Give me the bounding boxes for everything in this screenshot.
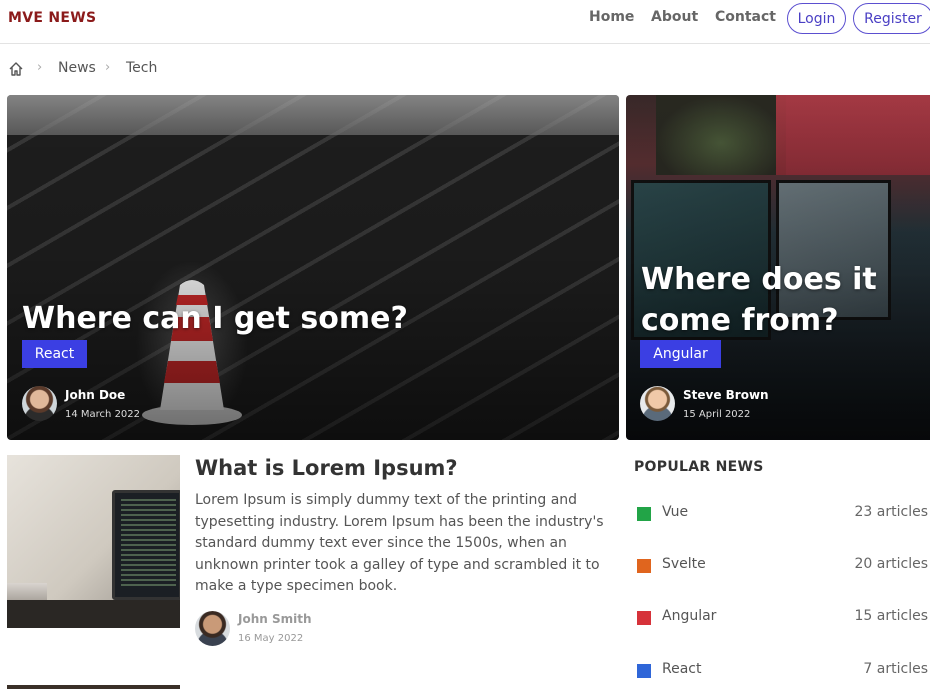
publish-date: 16 May 2022 <box>238 633 304 644</box>
breadcrumb-tech: Tech <box>126 60 158 76</box>
login-button[interactable]: Login <box>787 3 846 34</box>
popular-item-label: React <box>662 661 702 677</box>
nav-about-link[interactable]: About <box>651 9 698 25</box>
home-icon[interactable] <box>8 61 24 81</box>
hero-card-1[interactable]: Where can I get some? React John Doe 14 … <box>7 95 619 440</box>
article-thumbnail[interactable] <box>7 455 180 628</box>
chevron-right-icon: › <box>105 60 111 75</box>
tag-react[interactable]: React <box>22 340 87 368</box>
hero-card-2[interactable]: Where does it come from? Angular Steve B… <box>626 95 930 440</box>
chevron-right-icon: › <box>37 60 43 75</box>
article-title[interactable]: What is Lorem Ipsum? <box>195 456 458 480</box>
popular-item-svelte[interactable]: Svelte 20 articles <box>637 556 930 578</box>
avatar <box>22 386 57 421</box>
nav-home-link[interactable]: Home <box>589 9 634 25</box>
popular-item-label: Svelte <box>662 556 706 572</box>
popular-item-count: 15 articles <box>854 608 928 624</box>
author-name[interactable]: John Doe <box>65 388 125 402</box>
hero-title[interactable]: Where can I get some? <box>22 298 408 339</box>
popular-item-count: 20 articles <box>854 556 928 572</box>
article-thumbnail[interactable] <box>7 685 180 689</box>
avatar <box>640 386 675 421</box>
tag-angular[interactable]: Angular <box>640 340 721 368</box>
popular-item-count: 23 articles <box>854 504 928 520</box>
popular-item-react[interactable]: React 7 articles <box>637 661 930 683</box>
popular-item-vue[interactable]: Vue 23 articles <box>637 504 930 526</box>
color-swatch <box>637 559 651 573</box>
top-header: MVE NEWS Home About Contact Login Regist… <box>0 0 930 44</box>
color-swatch <box>637 507 651 521</box>
popular-item-count: 7 articles <box>863 661 928 677</box>
popular-item-label: Angular <box>662 608 717 624</box>
site-logo[interactable]: MVE NEWS <box>8 10 96 26</box>
publish-date: 14 March 2022 <box>65 409 141 420</box>
hero-title[interactable]: Where does it come from? <box>641 259 921 341</box>
article-excerpt: Lorem Ipsum is simply dummy text of the … <box>195 492 604 594</box>
popular-item-angular[interactable]: Angular 15 articles <box>637 608 930 630</box>
popular-item-label: Vue <box>662 504 689 520</box>
register-button[interactable]: Register <box>853 3 930 34</box>
color-swatch <box>637 664 651 678</box>
color-swatch <box>637 611 651 625</box>
popular-news-heading: POPULAR NEWS <box>634 459 764 475</box>
breadcrumb-news[interactable]: News <box>58 60 96 76</box>
publish-date: 15 April 2022 <box>683 409 751 420</box>
author-name[interactable]: John Smith <box>238 612 312 626</box>
avatar <box>195 611 230 646</box>
author-name[interactable]: Steve Brown <box>683 388 769 402</box>
nav-contact-link[interactable]: Contact <box>715 9 776 25</box>
